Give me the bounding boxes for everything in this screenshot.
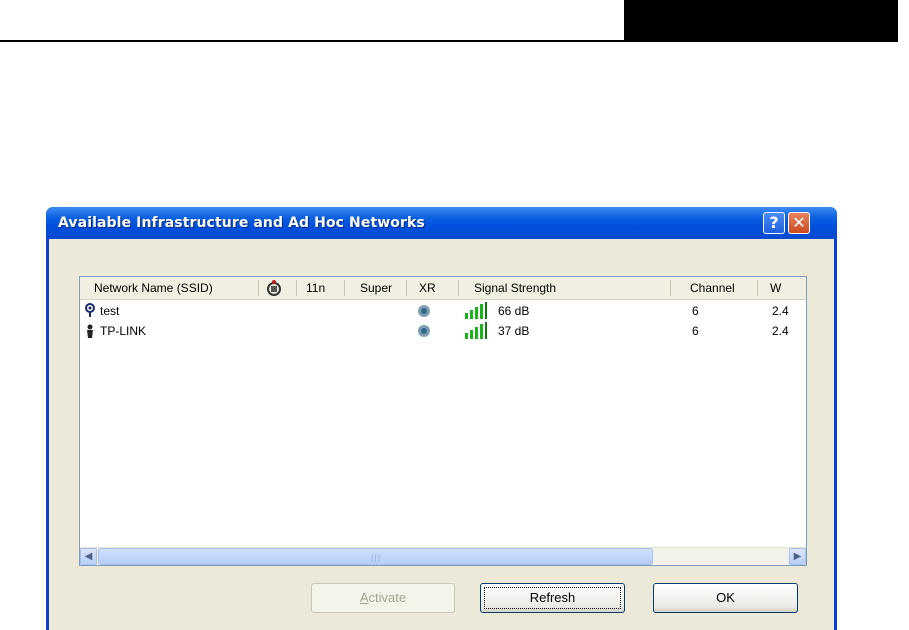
column-divider[interactable]	[670, 280, 671, 296]
column-header-signal-strength[interactable]: Signal Strength	[474, 277, 584, 299]
xr-icon	[418, 325, 430, 337]
document-header-rule	[0, 40, 624, 42]
network-row[interactable]: test 66 dB 6 2.4	[80, 301, 806, 321]
list-header: Network Name (SSID) 11n Super XR Signal …	[80, 277, 806, 300]
access-point-icon	[85, 303, 95, 317]
ad-hoc-icon	[87, 324, 93, 338]
network-row[interactable]: TP-LINK 37 dB 6 2.4	[80, 321, 806, 341]
scrollbar-thumb[interactable]: |||	[98, 548, 653, 565]
title-bar[interactable]: Available Infrastructure and Ad Hoc Netw…	[46, 207, 837, 239]
close-button[interactable]: ✕	[788, 212, 810, 234]
column-divider[interactable]	[458, 280, 459, 296]
scroll-right-button[interactable]: ▶	[789, 548, 806, 565]
column-divider[interactable]	[258, 280, 259, 296]
help-button[interactable]: ?	[763, 212, 785, 234]
signal-value: 66 dB	[498, 304, 530, 318]
ok-label: OK	[716, 590, 735, 605]
column-divider[interactable]	[296, 280, 297, 296]
column-divider[interactable]	[757, 280, 758, 296]
column-header-super[interactable]: Super	[360, 277, 400, 299]
activate-accelerator: A	[359, 590, 369, 605]
column-header-ssid[interactable]: Network Name (SSID)	[94, 277, 254, 299]
xr-icon	[418, 305, 430, 317]
w-value: 2.4	[772, 304, 789, 318]
network-ssid: TP-LINK	[100, 324, 147, 338]
dialog-client-area: Network Name (SSID) 11n Super XR Signal …	[49, 239, 834, 630]
focus-ring	[484, 587, 621, 609]
dialog-title: Available Infrastructure and Ad Hoc Netw…	[58, 215, 425, 231]
activate-label: ctivate	[368, 590, 407, 605]
column-header-xr[interactable]: XR	[419, 277, 443, 299]
column-header-channel[interactable]: Channel	[690, 277, 750, 299]
refresh-button[interactable]: Refresh	[480, 583, 625, 613]
security-lock-icon	[267, 280, 281, 296]
horizontal-scrollbar[interactable]: ◀ ||| ▶	[80, 547, 806, 565]
activate-button[interactable]: Activate	[311, 583, 455, 613]
channel-value: 6	[692, 304, 699, 318]
document-header-block	[624, 0, 898, 42]
networks-dialog: Available Infrastructure and Ad Hoc Netw…	[46, 207, 837, 630]
column-divider[interactable]	[344, 280, 345, 296]
network-ssid: test	[100, 304, 120, 318]
ok-button[interactable]: OK	[653, 583, 798, 613]
document-header-gap	[898, 0, 909, 42]
signal-strength-icon	[465, 302, 487, 319]
network-rows: test 66 dB 6 2.4 TP-LINK 37 dB 6 2.4	[80, 301, 806, 341]
w-value: 2.4	[772, 324, 789, 338]
network-list[interactable]: Network Name (SSID) 11n Super XR Signal …	[79, 276, 807, 566]
signal-value: 37 dB	[498, 324, 530, 338]
column-header-11n[interactable]: 11n	[306, 277, 334, 299]
signal-strength-icon	[465, 322, 487, 339]
channel-value: 6	[692, 324, 699, 338]
column-header-security[interactable]	[266, 277, 288, 299]
column-divider[interactable]	[406, 280, 407, 296]
scroll-left-button[interactable]: ◀	[80, 548, 97, 565]
scrollbar-grip-icon: |||	[371, 554, 382, 562]
column-header-w[interactable]: W	[770, 277, 806, 299]
